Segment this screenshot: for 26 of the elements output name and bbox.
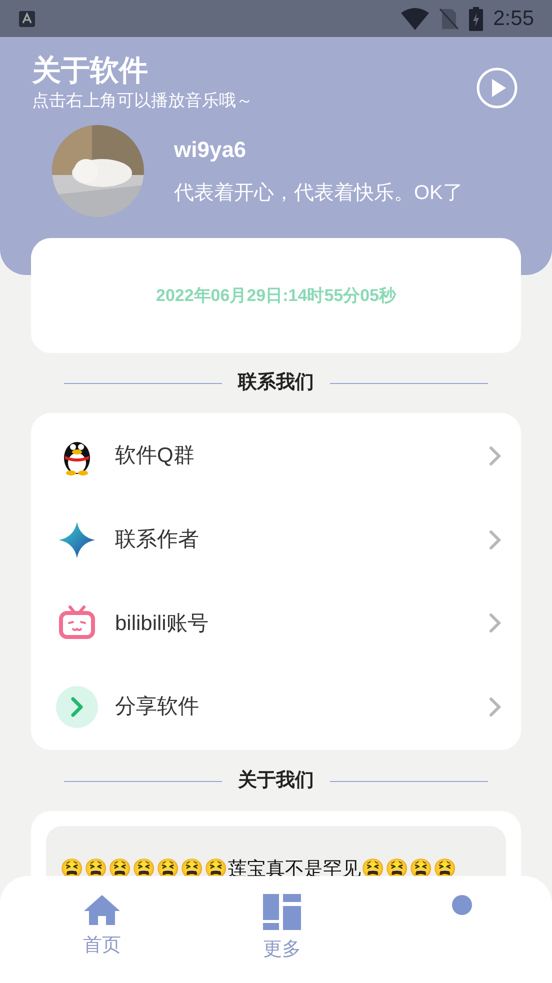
chevron-right-icon (489, 446, 501, 466)
home-icon (83, 894, 121, 926)
sparkle-icon (58, 520, 96, 559)
no-sim-icon (439, 8, 460, 30)
contact-item[interactable]: bilibili账号 (31, 582, 521, 666)
page-subtitle: 点击右上角可以播放音乐哦～ (32, 90, 253, 112)
section-heading: 关于我们 (236, 768, 315, 793)
chevron-right-icon (489, 613, 501, 634)
battery-icon (469, 6, 484, 30)
chevron-right-icon (489, 530, 501, 550)
tv-icon (58, 605, 96, 642)
chevron-circle-icon (56, 686, 98, 728)
motto-text: 代表着开心，代表着快乐。OK了 (174, 181, 463, 206)
wifi-icon (401, 8, 430, 30)
contact-item[interactable]: 分享软件 (31, 665, 521, 749)
contact-item[interactable]: 联系作者 (31, 498, 521, 582)
dashboard-icon (263, 894, 301, 930)
keyboard-icon (18, 10, 36, 28)
contact-item[interactable]: 软件Q群 (31, 414, 521, 498)
play-button[interactable] (476, 67, 518, 109)
chevron-right-icon (489, 697, 501, 718)
page-title: 关于软件 (32, 54, 149, 89)
status-time: 2:55 (493, 6, 534, 32)
section-heading: 联系我们 (236, 370, 315, 395)
date-time-text: 2022年06月29日:14时55分05秒 (156, 284, 396, 307)
username: wi9ya6 (174, 136, 248, 164)
